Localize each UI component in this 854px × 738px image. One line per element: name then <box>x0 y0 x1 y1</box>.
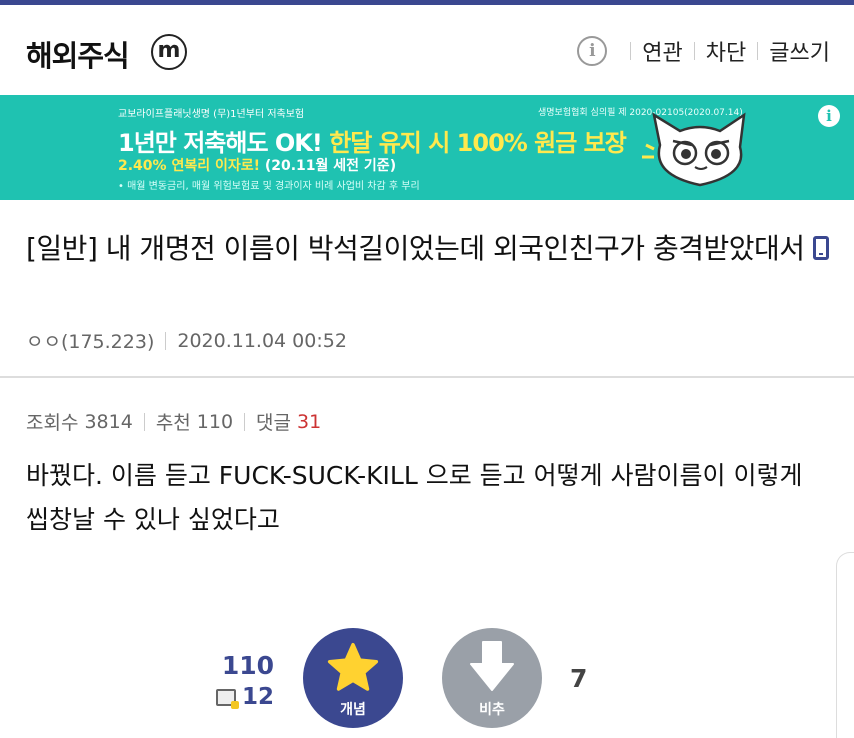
divider <box>0 376 854 378</box>
arrow-down-icon <box>470 641 514 691</box>
ad-headline-part2: 한달 유지 시 100% 원금 보장 <box>329 129 627 157</box>
side-panel-edge <box>836 552 854 738</box>
cat-illustration <box>642 112 746 187</box>
info-icon[interactable]: i <box>577 36 608 66</box>
downvote-button[interactable]: 비추 <box>442 628 542 728</box>
post-meta: ㅇㅇ(175.223) 2020.11.04 00:52 <box>26 327 347 354</box>
write-link[interactable]: 글쓰기 <box>769 35 830 67</box>
header-actions: i 연관 차단 글쓰기 <box>577 35 830 67</box>
post-title: [일반] 내 개명전 이름이 박석길이었는데 외국인친구가 충격받았대서 <box>26 225 836 273</box>
recommend-count: 110 <box>196 410 234 433</box>
ad-advertiser: 교보라이프플래닛생명 (무)1년부터 저축보험 <box>118 109 305 120</box>
minor-gallery-badge: m <box>151 34 187 70</box>
ad-headline-part1: 1년만 저축해도 OK! <box>118 129 323 157</box>
ad-info-icon[interactable]: i <box>818 105 840 127</box>
ad-disclaimer: • 매월 변동금리, 매월 위험보험료 및 경과이자 비례 사업비 차감 후 부… <box>118 181 420 192</box>
separator <box>143 412 145 431</box>
ad-subline: 2.40% 연복리 이자로! (20.11월 세전 기준) <box>118 155 396 175</box>
post-datetime: 2020.11.04 00:52 <box>177 329 347 352</box>
up-vote-count: 110 <box>221 651 274 680</box>
fixed-recommend-count: 12 <box>241 684 274 710</box>
separator <box>244 412 246 431</box>
comments-label[interactable]: 댓글 <box>256 408 291 435</box>
ad-banner[interactable]: 교보라이프플래닛생명 (무)1년부터 저축보험 생명보험협회 심의필 제 202… <box>0 95 854 200</box>
ad-subline-part1: 2.40% 연복리 이자로! <box>118 158 260 174</box>
separator <box>757 42 759 60</box>
ad-headline: 1년만 저축해도 OK! 한달 유지 시 100% 원금 보장 <box>118 123 627 158</box>
gallery-title[interactable]: 해외주식 <box>26 33 130 75</box>
downvote-label: 비추 <box>479 702 505 718</box>
separator <box>630 42 632 60</box>
upvote-label: 개념 <box>340 702 366 718</box>
ad-subline-part2: (20.11월 세전 기준) <box>264 158 397 174</box>
author[interactable]: ㅇㅇ(175.223) <box>26 327 154 354</box>
related-link[interactable]: 연관 <box>642 35 682 67</box>
views-count: 3814 <box>84 410 133 433</box>
views-label: 조회수 <box>26 412 79 434</box>
block-link[interactable]: 차단 <box>706 35 746 67</box>
downvote-count: 7 <box>570 664 588 693</box>
separator <box>693 42 695 60</box>
comments-count[interactable]: 31 <box>297 411 321 433</box>
post-body: 바꿨다. 이름 듣고 FUCK-SUCK-KILL 으로 듣고 어떻게 사람이름… <box>26 461 803 534</box>
gallery-header: 해외주식 m i 연관 차단 글쓰기 <box>0 5 854 95</box>
mobile-icon <box>812 236 829 260</box>
post-stats: 조회수 3814 추천 110 댓글 31 <box>26 408 321 435</box>
fixed-recommend-row: 12 <box>212 684 274 710</box>
separator <box>165 331 167 350</box>
fixed-recommend-icon <box>215 688 239 709</box>
star-icon <box>327 642 379 691</box>
upvote-button[interactable]: 개념 <box>303 628 403 728</box>
recommend-label: 추천 <box>155 412 191 434</box>
recommend-summary: 110 12 <box>212 652 274 710</box>
post-title-text: [일반] 내 개명전 이름이 박석길이었는데 외국인친구가 충격받았대서 <box>26 232 805 265</box>
